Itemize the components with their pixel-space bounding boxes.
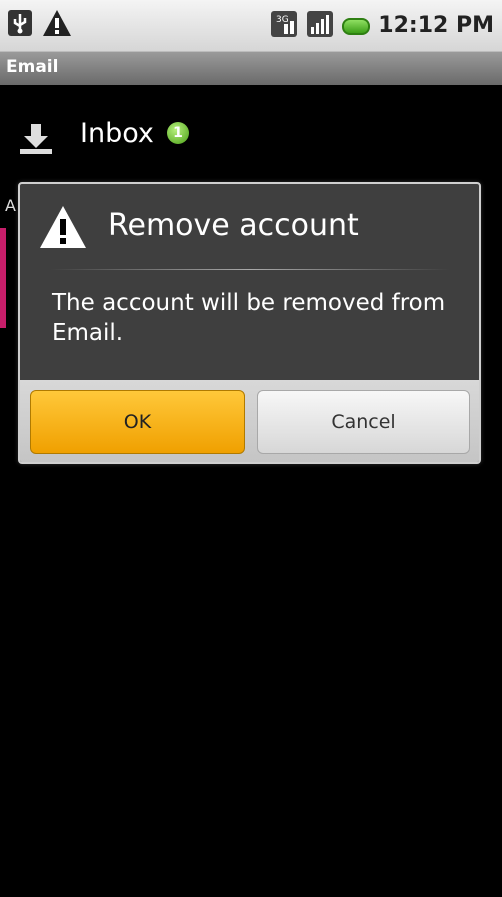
dialog-divider — [50, 269, 450, 270]
app-title: Email — [6, 57, 59, 77]
dialog-title: Remove account — [108, 208, 359, 243]
battery-icon — [342, 17, 371, 35]
app-title-bar: Email — [0, 52, 502, 85]
dialog-message: The account will be removed from Email. — [52, 290, 446, 346]
unread-count-badge: 1 — [167, 122, 189, 144]
clock: 12:12 PM — [378, 13, 494, 38]
inbox-label: Inbox — [80, 118, 154, 149]
warning-icon — [42, 8, 72, 42]
remove-account-dialog: Remove account The account will be remov… — [18, 182, 481, 464]
status-bar: 3G 12:12 PM — [0, 0, 502, 52]
signal-icon — [306, 9, 334, 43]
alert-icon — [38, 204, 88, 254]
inbox-row[interactable]: Inbox 1 — [0, 100, 502, 178]
usb-icon — [6, 8, 34, 42]
dialog-header: Remove account — [20, 184, 479, 272]
partial-list-letter: A — [5, 196, 16, 215]
cancel-button[interactable]: Cancel — [257, 390, 470, 454]
svg-text:3G: 3G — [276, 15, 289, 25]
ok-button[interactable]: OK — [30, 390, 245, 454]
inbox-download-icon — [18, 122, 54, 160]
dialog-button-bar: OK Cancel — [20, 380, 479, 462]
partial-list-accent — [0, 228, 6, 328]
3g-icon: 3G — [270, 9, 298, 43]
